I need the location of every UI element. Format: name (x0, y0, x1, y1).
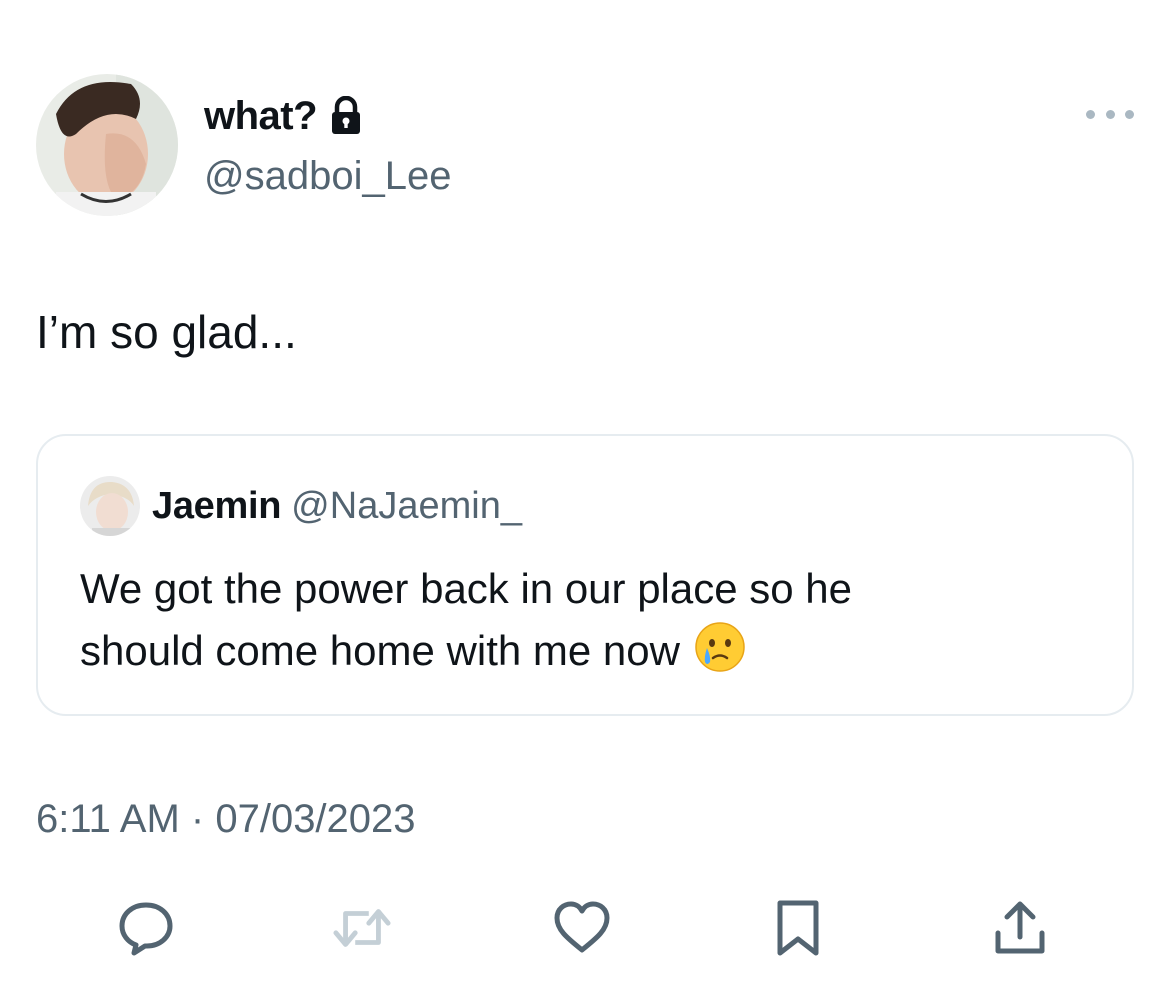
quoted-text-line-2-text: should come home with me now (80, 627, 680, 674)
face-holding-back-tears-icon (694, 621, 746, 673)
bookmark-icon (777, 900, 819, 956)
author-handle[interactable]: @sadboi_Lee (204, 152, 451, 200)
quoted-author-name: Jaemin (152, 485, 282, 527)
lock-icon (329, 95, 363, 136)
reply-icon (119, 902, 173, 956)
like-button[interactable] (552, 898, 612, 958)
share-icon (995, 901, 1045, 954)
retweet-icon (333, 909, 391, 947)
tweet: what? @sadboi_Lee I’m so glad... Jaemin … (0, 0, 1170, 1004)
quoted-author: Jaemin @NaJaemin_ (152, 482, 522, 530)
quoted-author-avatar (80, 476, 140, 536)
reply-button[interactable] (116, 898, 176, 958)
share-button[interactable] (990, 898, 1050, 958)
heart-icon (554, 901, 610, 953)
more-options-button[interactable] (1086, 96, 1134, 132)
author-avatar[interactable] (36, 74, 178, 216)
author-name-text: what? (204, 94, 318, 138)
quoted-author-handle: @NaJaemin_ (291, 485, 522, 527)
tweet-text: I’m so glad... (36, 306, 297, 358)
more-dot-icon (1086, 109, 1095, 119)
quoted-tweet-card[interactable]: Jaemin @NaJaemin_ We got the power back i… (36, 434, 1134, 716)
quoted-text-line: We got the power back in our place so he (80, 565, 853, 612)
quoted-tweet-text: We got the power back in our place so he… (80, 558, 1080, 682)
quoted-text-line-2: should come home with me now (80, 620, 1080, 682)
author-name[interactable]: what? (204, 92, 363, 140)
more-dot-icon (1125, 109, 1134, 119)
tweet-timestamp[interactable]: 6:11 AM · 07/03/2023 (36, 794, 416, 844)
more-dot-icon (1105, 109, 1115, 119)
retweet-button[interactable] (332, 898, 392, 958)
bookmark-button[interactable] (768, 898, 828, 958)
